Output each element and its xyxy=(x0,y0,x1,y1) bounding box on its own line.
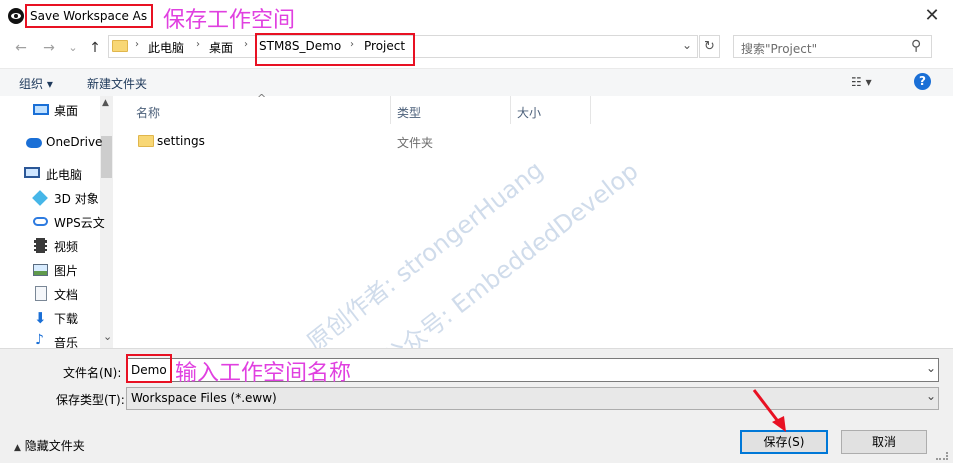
close-icon[interactable]: ✕ xyxy=(922,6,942,26)
title-annotation: 保存工作空间 xyxy=(163,8,296,33)
help-icon[interactable]: ? xyxy=(914,73,931,90)
filename-highlight-box xyxy=(126,354,172,383)
hide-folders-label: 隐藏文件夹 xyxy=(24,439,85,453)
column-header-type[interactable]: 类型 xyxy=(397,104,421,121)
view-options-icon[interactable]: ☷ ▾ xyxy=(851,75,872,89)
recent-locations-icon[interactable]: ⌄ xyxy=(64,39,82,57)
breadcrumb-separator: › xyxy=(135,39,139,50)
column-divider[interactable] xyxy=(390,96,391,124)
column-divider[interactable] xyxy=(510,96,511,124)
sidebar-item-downloads[interactable]: 下载 xyxy=(54,310,78,327)
column-divider[interactable] xyxy=(590,96,591,124)
filetype-value: Workspace Files (*.eww) xyxy=(131,391,277,405)
sidebar-item-videos[interactable]: 视频 xyxy=(54,238,78,255)
music-icon: ♪ xyxy=(35,332,44,348)
cloud-icon xyxy=(26,138,42,148)
forward-arrow-icon[interactable]: → xyxy=(40,39,58,57)
back-arrow-icon[interactable]: ← xyxy=(12,39,30,57)
column-header-name[interactable]: 名称 xyxy=(136,104,160,121)
breadcrumb-separator: › xyxy=(244,39,248,50)
up-arrow-icon[interactable]: ↑ xyxy=(86,39,104,57)
path-highlight-box xyxy=(255,33,415,66)
download-icon: ⬇ xyxy=(34,309,47,327)
cancel-button[interactable]: 取消 xyxy=(841,430,927,454)
address-dropdown-icon[interactable]: ⌄ xyxy=(682,38,692,52)
sidebar-item-documents[interactable]: 文档 xyxy=(54,286,78,303)
column-header-size[interactable]: 大小 xyxy=(517,104,541,121)
document-icon xyxy=(35,286,47,301)
collapse-icon: ▲ xyxy=(14,443,21,453)
sort-ascending-icon: ^ xyxy=(257,92,267,105)
breadcrumb-desktop[interactable]: 桌面 xyxy=(209,39,233,56)
filename-dropdown-icon[interactable]: ⌄ xyxy=(926,361,936,375)
sidebar-item-wps-cloud[interactable]: WPS云文 xyxy=(54,214,105,231)
cloud-icon xyxy=(33,217,48,226)
hide-folders-toggle[interactable]: ▲ 隐藏文件夹 xyxy=(14,437,85,454)
search-placeholder: 搜索"Project" xyxy=(741,42,818,56)
filetype-label: 保存类型(T): xyxy=(56,393,125,407)
file-type: 文件夹 xyxy=(397,136,434,150)
search-icon[interactable]: ⚲ xyxy=(911,38,921,54)
filename-annotation: 输入工作空间名称 xyxy=(175,361,352,386)
sidebar-item-this-pc[interactable]: 此电脑 xyxy=(46,166,82,183)
filename-label: 文件名(N): xyxy=(63,366,122,380)
video-icon xyxy=(34,238,47,253)
folder-icon xyxy=(138,135,154,147)
sidebar-scroll-thumb[interactable] xyxy=(101,136,112,178)
resize-grip-icon[interactable] xyxy=(936,452,948,460)
breadcrumb-separator: › xyxy=(196,39,200,50)
breadcrumb-this-pc[interactable]: 此电脑 xyxy=(148,39,184,56)
desktop-icon xyxy=(33,104,49,115)
scroll-up-icon[interactable]: ▲ xyxy=(102,98,109,108)
file-name: settings xyxy=(157,134,205,148)
app-icon xyxy=(8,8,24,24)
scroll-down-icon[interactable]: ⌄ xyxy=(103,330,112,343)
address-folder-icon xyxy=(112,40,128,52)
sidebar-item-pictures[interactable]: 图片 xyxy=(54,262,78,279)
filetype-dropdown-icon[interactable]: ⌄ xyxy=(926,389,936,403)
sidebar-item-3d-objects[interactable]: 3D 对象 xyxy=(54,190,99,207)
title-highlight-box xyxy=(25,4,153,28)
annotation-arrow-icon xyxy=(752,389,786,432)
refresh-icon[interactable]: ↻ xyxy=(699,35,720,58)
computer-icon xyxy=(24,167,40,178)
new-folder-button[interactable]: 新建文件夹 xyxy=(87,75,147,92)
sidebar-item-desktop[interactable]: 桌面 xyxy=(54,102,78,119)
picture-icon xyxy=(33,264,48,276)
list-item[interactable]: settings 文件夹 xyxy=(128,130,548,152)
sidebar-item-onedrive[interactable]: OneDrive xyxy=(46,135,102,149)
organize-button[interactable]: 组织 ▾ xyxy=(19,75,53,92)
